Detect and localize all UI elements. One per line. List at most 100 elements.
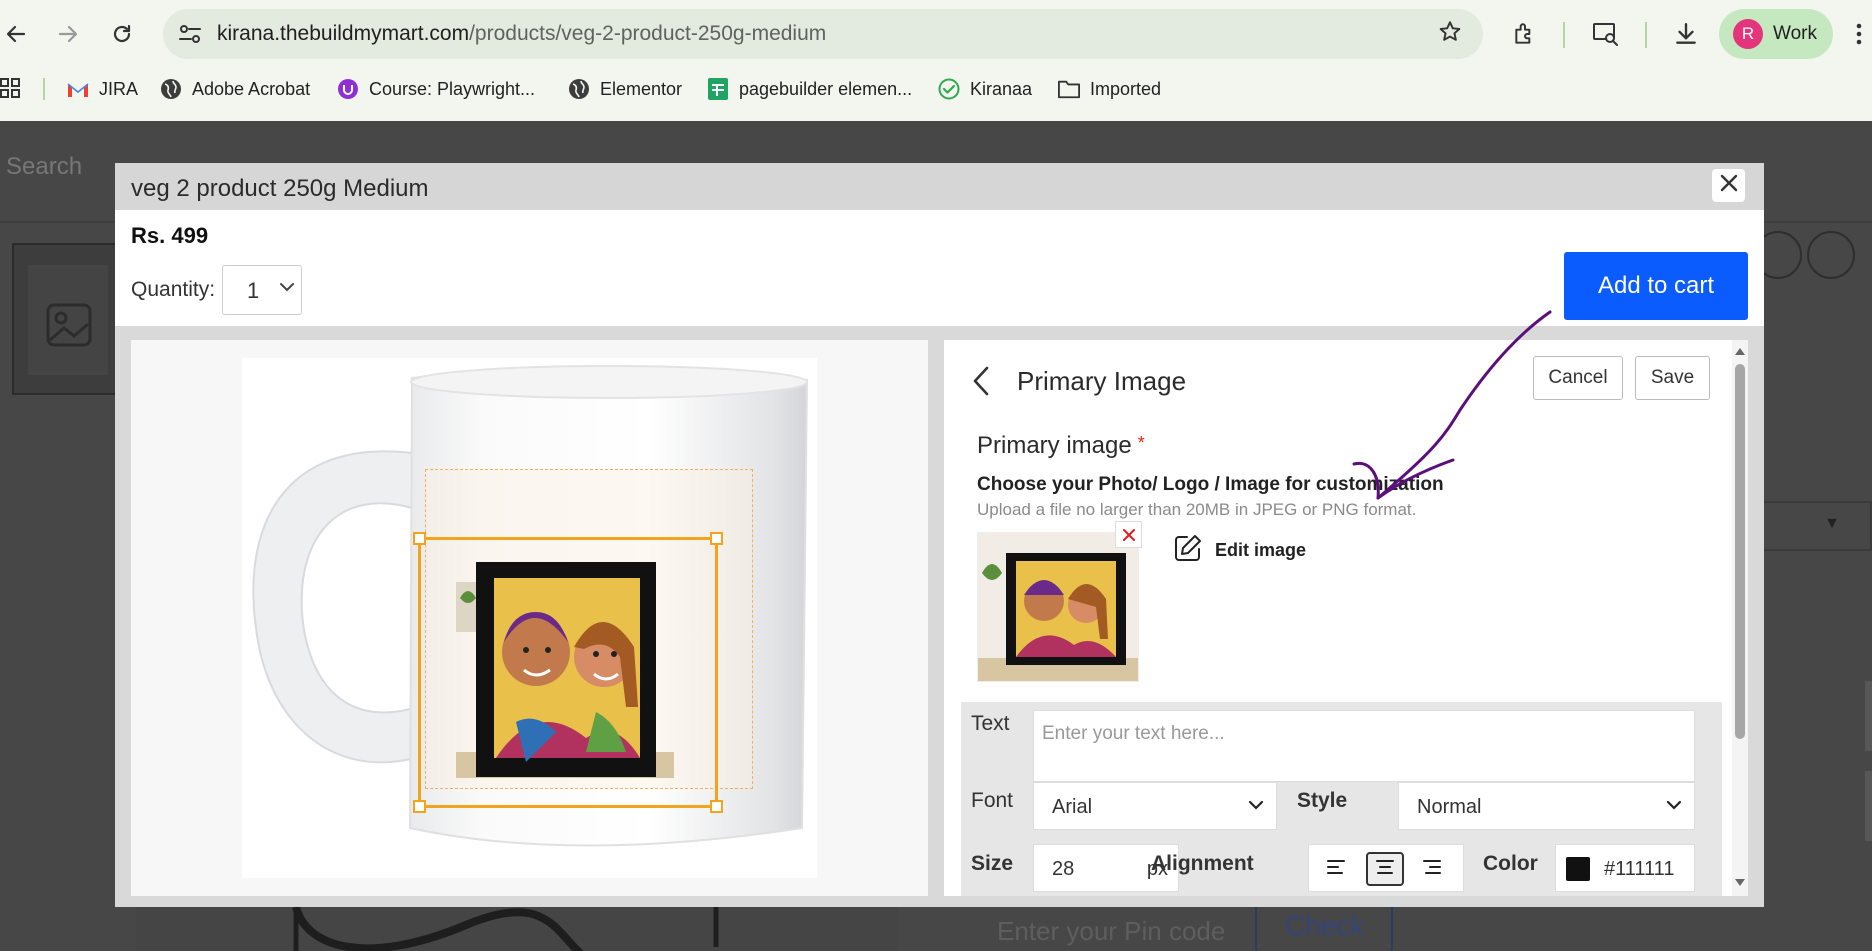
add-to-cart-button[interactable]: Add to cart [1564, 252, 1748, 320]
resize-handle-top-left[interactable] [413, 532, 426, 545]
size-label: Size [971, 852, 1014, 875]
size-value: 28 [1052, 858, 1075, 880]
quantity-value: 1 [247, 278, 260, 303]
align-center-icon [1375, 859, 1395, 880]
url-path: /products/veg-2-product-250g-medium [469, 22, 827, 45]
annotation-arrow-icon [1352, 310, 1552, 500]
bookmark-label: JIRA [99, 78, 139, 99]
text-customization-block: Text Enter your text here... Font Arial … [961, 702, 1722, 896]
menu-dots-icon[interactable] [1846, 14, 1872, 54]
bg-chevron-down-icon: ▼ [1824, 515, 1840, 532]
color-swatch[interactable] [1566, 857, 1590, 881]
thumbnail-image [978, 533, 1138, 681]
chevron-left-icon [970, 366, 992, 402]
color-picker[interactable]: #111111 [1555, 844, 1695, 892]
editor-title: Primary Image [1017, 366, 1187, 396]
align-right-icon [1422, 859, 1442, 880]
editor-scrollbar[interactable] [1732, 340, 1748, 896]
toolbar-separator [1645, 22, 1647, 48]
font-label: Font [971, 789, 1014, 812]
uploaded-image-thumbnail[interactable] [977, 532, 1139, 682]
url-text[interactable]: kirana.thebuildmymart.com/products/veg-2… [217, 22, 826, 46]
align-right-button[interactable] [1413, 852, 1451, 886]
product-customizer-modal: veg 2 product 250g Medium Rs. 499 Quanti… [115, 163, 1764, 907]
bookmark-label: Course: Playwright... [369, 78, 536, 99]
font-select[interactable]: Arial [1033, 782, 1277, 830]
close-button[interactable] [1712, 169, 1745, 202]
color-value: #111111 [1604, 858, 1675, 880]
address-bar[interactable]: kirana.thebuildmymart.com/products/veg-2… [163, 9, 1483, 59]
bookmark-imported[interactable]: Imported [1058, 74, 1161, 104]
apps-grid-icon[interactable] [0, 74, 22, 104]
profile-button[interactable]: R Work [1719, 9, 1833, 59]
back-button[interactable] [970, 364, 1000, 400]
align-left-button[interactable] [1317, 852, 1355, 886]
site-settings-icon[interactable] [177, 22, 203, 46]
bg-search-label: Search [6, 153, 83, 180]
edit-image-label: Edit image [1215, 540, 1307, 560]
bookmark-label: Adobe Acrobat [192, 78, 311, 99]
scrollbar-thumb[interactable] [1735, 364, 1745, 739]
forward-arrow-icon[interactable] [48, 14, 88, 54]
mug-preview-panel [131, 340, 928, 896]
bookmark-elementor[interactable]: Elementor [568, 74, 682, 104]
screen-search-icon[interactable] [1586, 14, 1626, 54]
product-price: Rs. 499 [131, 223, 209, 248]
toolbar-separator [1563, 22, 1565, 48]
globe-icon [568, 78, 590, 100]
required-marker: * [1137, 433, 1145, 453]
remove-image-button[interactable] [1115, 521, 1142, 548]
modal-header: veg 2 product 250g Medium [115, 163, 1764, 210]
extensions-icon[interactable] [1505, 14, 1545, 54]
download-icon[interactable] [1666, 14, 1706, 54]
bg-product-image [136, 905, 899, 951]
text-input[interactable]: Enter your text here... [1033, 710, 1695, 782]
align-left-icon [1326, 859, 1346, 880]
bookmark-star-icon[interactable] [1437, 19, 1463, 52]
gmail-icon [67, 78, 89, 100]
resize-handle-top-right[interactable] [710, 532, 723, 545]
avatar: R [1733, 19, 1763, 49]
bg-compare-icon [1807, 231, 1855, 279]
bookmark-pagebuilder[interactable]: pagebuilder elemen... [707, 74, 912, 104]
globe-icon [160, 78, 182, 100]
edit-image-button[interactable]: Edit image [1173, 533, 1306, 568]
chevron-down-icon [279, 280, 295, 298]
bookmark-kiranaa[interactable]: Kiranaa [938, 74, 1032, 104]
edit-pencil-icon [1173, 533, 1203, 568]
bookmark-label: Kiranaa [970, 78, 1033, 99]
browser-chrome: kirana.thebuildmymart.com/products/veg-2… [0, 0, 1872, 121]
reload-icon[interactable] [102, 14, 142, 54]
bg-panel [1865, 681, 1872, 751]
style-select[interactable]: Normal [1398, 782, 1695, 830]
bg-panel [1865, 771, 1872, 841]
mug-canvas[interactable] [242, 358, 817, 878]
bookmarks-bar: JIRA Adobe Acrobat Course: Playwright...… [0, 74, 1872, 104]
alignment-group [1308, 844, 1464, 892]
back-arrow-icon[interactable] [0, 14, 36, 54]
scroll-down-icon[interactable] [1734, 875, 1746, 893]
text-placeholder: Enter your text here... [1042, 723, 1225, 744]
alignment-label: Alignment [1151, 852, 1254, 875]
profile-label: Work [1773, 23, 1817, 44]
quantity-select[interactable]: 1 [222, 265, 302, 315]
resize-handle-bottom-right[interactable] [710, 800, 723, 813]
bookmark-jira[interactable]: JIRA [67, 74, 138, 104]
sheets-icon [707, 78, 729, 100]
resize-handle-bottom-left[interactable] [413, 800, 426, 813]
udemy-icon [337, 78, 359, 100]
align-center-button[interactable] [1366, 852, 1404, 886]
bookmark-label: Elementor [600, 78, 683, 99]
color-label: Color [1483, 852, 1538, 875]
save-button[interactable]: Save [1635, 356, 1710, 400]
bg-product-thumbnail [12, 243, 122, 395]
bookmark-course-playwright[interactable]: Course: Playwright... [337, 74, 535, 104]
primary-image-label: Primary image * [977, 432, 1145, 460]
selection-box[interactable] [413, 532, 723, 813]
scroll-up-icon[interactable] [1734, 343, 1746, 361]
text-label: Text [971, 712, 1010, 735]
bookmark-adobe-acrobat[interactable]: Adobe Acrobat [160, 74, 310, 104]
style-label: Style [1297, 789, 1348, 812]
style-value: Normal [1417, 796, 1482, 818]
bookmark-label: pagebuilder elemen... [739, 78, 913, 99]
